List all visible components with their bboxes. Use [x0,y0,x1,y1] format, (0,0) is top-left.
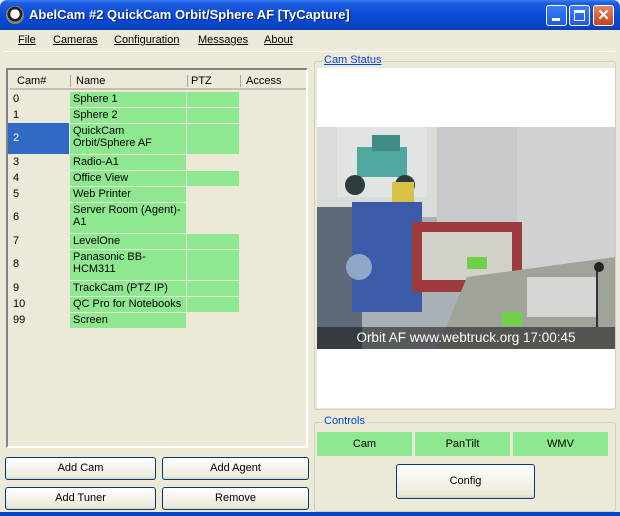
cam-name-cell: TrackCam (PTZ IP) [70,281,186,296]
cam-name-cell: Office View [70,171,186,186]
cam-name-cell: Radio-A1 [70,155,186,170]
column-separator[interactable] [240,75,241,87]
cam-control-tab[interactable]: Cam [317,432,412,456]
camera-rows: 0 Sphere 1 1 Sphere 2 2 QuickCam Orbit/Sphere… [8,91,306,328]
window-title: AbelCam #2 QuickCam Orbit/Sphere AF [TyC… [29,7,350,22]
cam-number-cell: 0 [13,93,20,105]
cam-name-cell: LevelOne [70,234,186,249]
column-header-cam-number[interactable]: Cam# [17,75,46,87]
column-header-ptz[interactable]: PTZ [191,75,212,87]
camera-row[interactable]: 3 Radio-A1 [8,154,306,170]
column-header-access[interactable]: Access [246,75,281,87]
cam-number-cell: 6 [13,211,20,223]
cam-name-cell: Screen [70,313,186,328]
camera-row[interactable]: 5 Web Printer [8,186,306,202]
cam-number-cell: 5 [13,188,20,200]
title-bar[interactable]: AbelCam #2 QuickCam Orbit/Sphere AF [TyC… [0,0,620,30]
add-agent-button[interactable]: Add Agent [162,457,309,480]
camera-row[interactable]: 0 Sphere 1 [8,91,306,107]
wmv-control-tab[interactable]: WMV [513,432,608,456]
add-tuner-button[interactable]: Add Tuner [5,487,156,510]
cam-name-cell: Sphere 1 [70,92,186,107]
cam-name-cell: Server Room (Agent)-A1 [70,203,186,233]
ptz-indicator-cell [187,234,239,249]
cam-status-label: Cam Status [322,54,384,66]
cam-number-cell: 10 [13,298,26,310]
cam-name-cell: Panasonic BB-HCM311 [70,250,186,280]
menu-bar: File Cameras Configuration Messages Abou… [4,30,616,52]
cam-number-cell: 99 [13,314,26,326]
column-separator[interactable] [70,75,71,87]
maximize-button[interactable] [569,5,590,26]
camera-row[interactable]: 6 Server Room (Agent)-A1 [8,202,306,233]
cam-name-cell: Sphere 2 [70,108,186,123]
camera-snapshot: Orbit AF www.webtruck.org 17:00:45 [317,127,615,349]
cam-number-cell: 4 [13,172,20,184]
cam-name-cell: QC Pro for Notebooks [70,297,186,312]
add-cam-button[interactable]: Add Cam [5,457,156,480]
ptz-indicator-cell [187,297,239,312]
cam-name-cell: QuickCam Orbit/Sphere AF [70,124,186,154]
cam-number-cell: 3 [13,156,20,168]
camera-scene [317,127,615,349]
camera-list[interactable]: Cam# Name PTZ Access 0 Sphere 1 1 Sphere 22… [6,68,308,448]
menu-messages[interactable]: Messages [198,34,248,46]
minimize-button[interactable] [546,5,567,26]
menu-configuration[interactable]: Configuration [114,34,179,46]
camera-row[interactable]: 1 Sphere 2 [8,107,306,123]
minimize-icon [552,18,560,21]
cam-status-panel: Orbit AF www.webtruck.org 17:00:45 [317,68,615,408]
config-button[interactable]: Config [396,464,535,499]
menu-about[interactable]: About [264,34,293,46]
window-bottom-border [0,512,620,516]
column-separator[interactable] [187,75,188,87]
ptz-indicator-cell [187,124,239,154]
column-header-name[interactable]: Name [76,75,105,87]
camera-row[interactable]: 99 Screen [8,312,306,328]
cam-number-cell: 9 [13,282,20,294]
list-header: Cam# Name PTZ Access [10,72,306,90]
remove-button[interactable]: Remove [162,487,309,510]
cam-number-cell: 8 [13,258,20,270]
camera-row[interactable]: 7 LevelOne [8,233,306,249]
camera-row[interactable]: 8 Panasonic BB-HCM311 [8,249,306,280]
cam-number-cell: 7 [13,235,20,247]
ptz-indicator-cell [187,108,239,123]
menu-cameras[interactable]: Cameras [53,34,98,46]
menu-file[interactable]: File [18,34,36,46]
pantilt-control-tab[interactable]: PanTilt [415,432,510,456]
camera-row[interactable]: 2 QuickCam Orbit/Sphere AF [8,123,306,154]
camera-row[interactable]: 9 TrackCam (PTZ IP) [8,280,306,296]
ptz-indicator-cell [187,92,239,107]
ptz-indicator-cell [187,250,239,280]
camera-row[interactable]: 4 Office View [8,170,306,186]
app-camera-icon [6,6,24,24]
cam-number-cell: 2 [8,123,69,154]
cam-name-cell: Web Printer [70,187,186,202]
ptz-indicator-cell [187,281,239,296]
maximize-icon [574,10,585,21]
ptz-indicator-cell [187,171,239,186]
close-button[interactable]: ✕ [593,5,614,26]
camera-row[interactable]: 10 QC Pro for Notebooks [8,296,306,312]
camera-overlay-text: Orbit AF www.webtruck.org 17:00:45 [317,327,615,349]
close-icon: ✕ [597,7,610,24]
controls-label: Controls [322,415,367,427]
cam-number-cell: 1 [13,109,20,121]
